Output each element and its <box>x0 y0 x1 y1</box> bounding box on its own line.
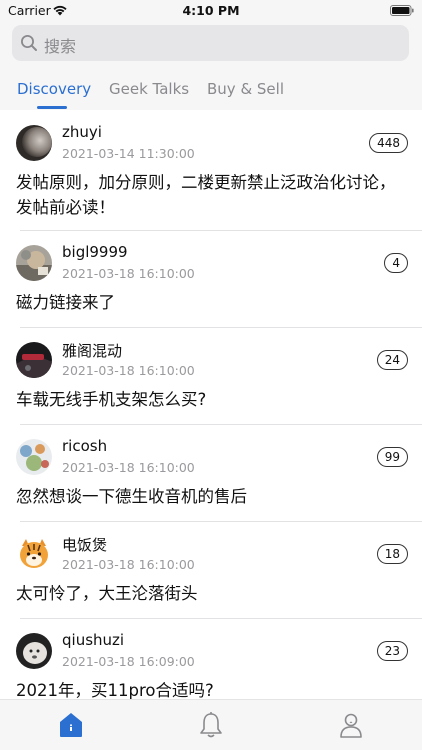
post-time: 2021-03-18 16:09:00 <box>62 654 195 669</box>
reply-count-badge: 18 <box>376 544 408 564</box>
post-author: ricosh <box>62 437 108 455</box>
post-time: 2021-03-18 16:10:00 <box>62 557 195 572</box>
post-author: 雅阁混动 <box>62 342 123 360</box>
reply-count-badge: 4 <box>384 253 408 273</box>
post-time: 2021-03-18 16:10:00 <box>62 460 195 475</box>
reply-count-badge: 99 <box>376 447 408 467</box>
post-title: 太可怜了，大王沦落街头 <box>16 584 198 603</box>
bell-icon[interactable] <box>198 711 224 739</box>
tab-discovery[interactable]: Discovery <box>17 80 91 98</box>
status-time: 4:10 PM <box>182 3 240 18</box>
post-author: bigl9999 <box>62 243 128 261</box>
post-list: zhuyi 2021-03-14 11:30:00 448 发帖原则，加分原则，… <box>0 110 422 699</box>
avatar <box>16 342 52 378</box>
post-author: zhuyi <box>62 123 102 141</box>
tab-buy-sell[interactable]: Buy & Sell <box>207 80 284 98</box>
active-tab-indicator <box>37 106 67 109</box>
post-author: qiushuzi <box>62 631 125 649</box>
search-input[interactable]: 搜索 <box>44 33 76 57</box>
reply-count-badge: 448 <box>369 133 408 153</box>
category-tabs: Discovery Geek Talks Buy & Sell <box>0 74 422 110</box>
list-item[interactable]: ricosh 2021-03-18 16:10:00 99 忽然想谈一下德生收音… <box>0 424 422 521</box>
app-screen: Carrier 4:10 PM 搜索 Discovery Geek Talks … <box>0 0 422 750</box>
list-item[interactable]: bigl9999 2021-03-18 16:10:00 4 磁力链接来了 <box>0 230 422 327</box>
battery-icon <box>390 5 414 16</box>
post-time: 2021-03-14 11:30:00 <box>62 146 195 161</box>
avatar <box>16 125 52 161</box>
list-item[interactable]: zhuyi 2021-03-14 11:30:00 448 发帖原则，加分原则，… <box>0 110 422 230</box>
avatar <box>16 245 52 281</box>
reply-count-badge: 24 <box>376 350 408 370</box>
reply-count-badge: 23 <box>376 641 408 661</box>
search-icon <box>21 35 37 51</box>
post-author: 电饭煲 <box>62 536 108 554</box>
status-bar: Carrier 4:10 PM <box>0 0 422 22</box>
post-title: 2021年，买11pro合适吗? <box>16 681 214 699</box>
list-item[interactable]: qiushuzi 2021-03-18 16:09:00 23 2021年，买1… <box>0 618 422 699</box>
header: 搜索 Discovery Geek Talks Buy & Sell <box>0 22 422 110</box>
post-title: 磁力链接来了 <box>16 293 115 312</box>
avatar <box>16 439 52 475</box>
post-title: 发帖原则，加分原则，二楼更新禁止泛政治化讨论，发帖前必读！ <box>16 173 396 217</box>
post-time: 2021-03-18 16:10:00 <box>62 266 195 281</box>
profile-icon[interactable] <box>338 711 364 739</box>
list-item[interactable]: 雅阁混动 2021-03-18 16:10:00 24 车载无线手机支架怎么买? <box>0 327 422 424</box>
avatar <box>16 536 52 572</box>
bottom-tab-bar <box>0 699 422 750</box>
search-bar[interactable]: 搜索 <box>12 25 409 61</box>
list-item[interactable]: 电饭煲 2021-03-18 16:10:00 18 太可怜了，大王沦落街头 <box>0 521 422 618</box>
post-time: 2021-03-18 16:10:00 <box>62 363 195 378</box>
tab-geek-talks[interactable]: Geek Talks <box>109 80 189 98</box>
post-title: 忽然想谈一下德生收音机的售后 <box>16 487 247 506</box>
post-title: 车载无线手机支架怎么买? <box>16 390 207 409</box>
avatar <box>16 633 52 669</box>
home-icon[interactable] <box>58 711 84 739</box>
